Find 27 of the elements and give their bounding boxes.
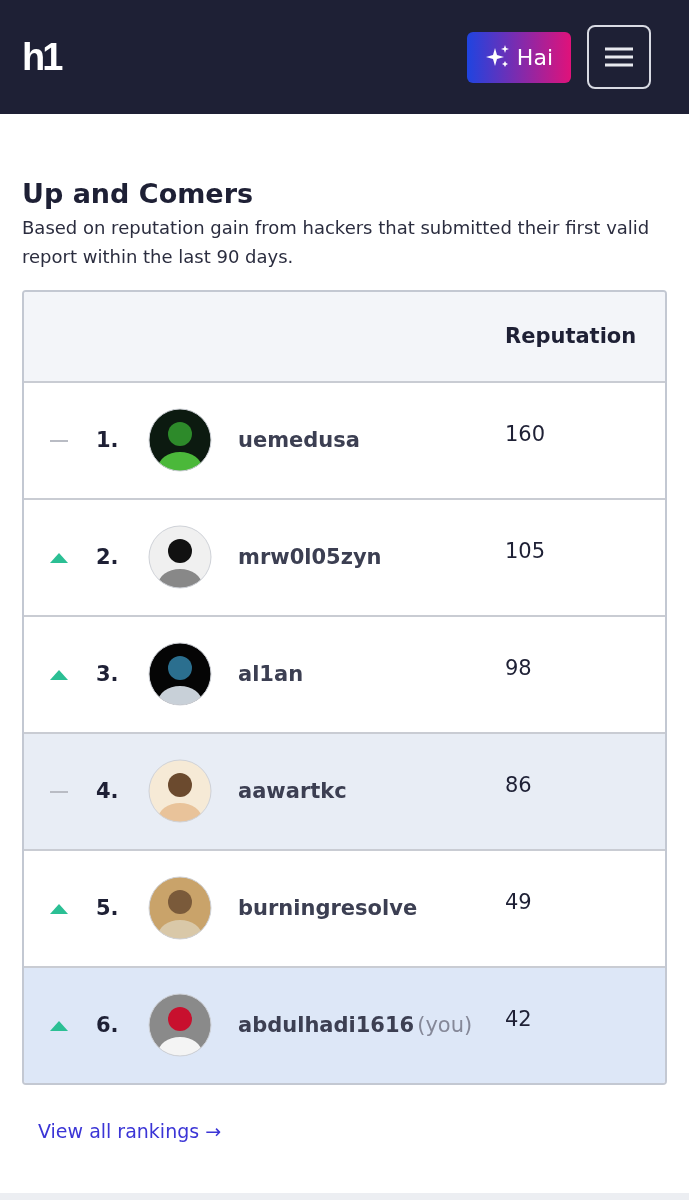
rank-number: 1.	[96, 426, 120, 454]
section-title: Up and Comers	[22, 178, 255, 211]
username-link[interactable]: al1an	[238, 658, 304, 691]
section-description: Based on reputation gain from hackers that submitted their first valid report within the last 90 days.	[22, 216, 651, 270]
username-link[interactable]: burningresolve	[238, 892, 418, 925]
column-header: Reputation	[505, 322, 638, 350]
reputation-value: 42	[505, 1006, 533, 1033]
reputation-value: 86	[505, 772, 533, 799]
current-user-label: (you)	[417, 1011, 473, 1039]
ai-assistant-button[interactable]: Hai	[466, 31, 571, 83]
menu-icon	[604, 46, 634, 68]
reputation-value: 49	[505, 889, 533, 916]
rank-number: 4.	[96, 777, 120, 805]
username-link[interactable]: uemedusa	[238, 424, 360, 457]
menu-button[interactable]	[587, 25, 651, 89]
reputation-value: 98	[505, 655, 533, 682]
username-link[interactable]: mrw0l05zyn	[238, 541, 382, 574]
username-link[interactable]: aawartkc	[238, 775, 347, 808]
reputation-value: 105	[505, 538, 547, 565]
username-link[interactable]: abdulhadi1616	[238, 1009, 415, 1042]
rank-number: 2.	[96, 543, 120, 571]
logo[interactable]: h1	[22, 28, 61, 86]
reputation-value: 160	[505, 421, 547, 448]
view-all-rankings-link[interactable]: View all rankings →	[38, 1120, 222, 1142]
rank-number: 3.	[96, 660, 120, 688]
rank-number: 6.	[96, 1011, 120, 1039]
rank-number: 5.	[96, 894, 120, 922]
